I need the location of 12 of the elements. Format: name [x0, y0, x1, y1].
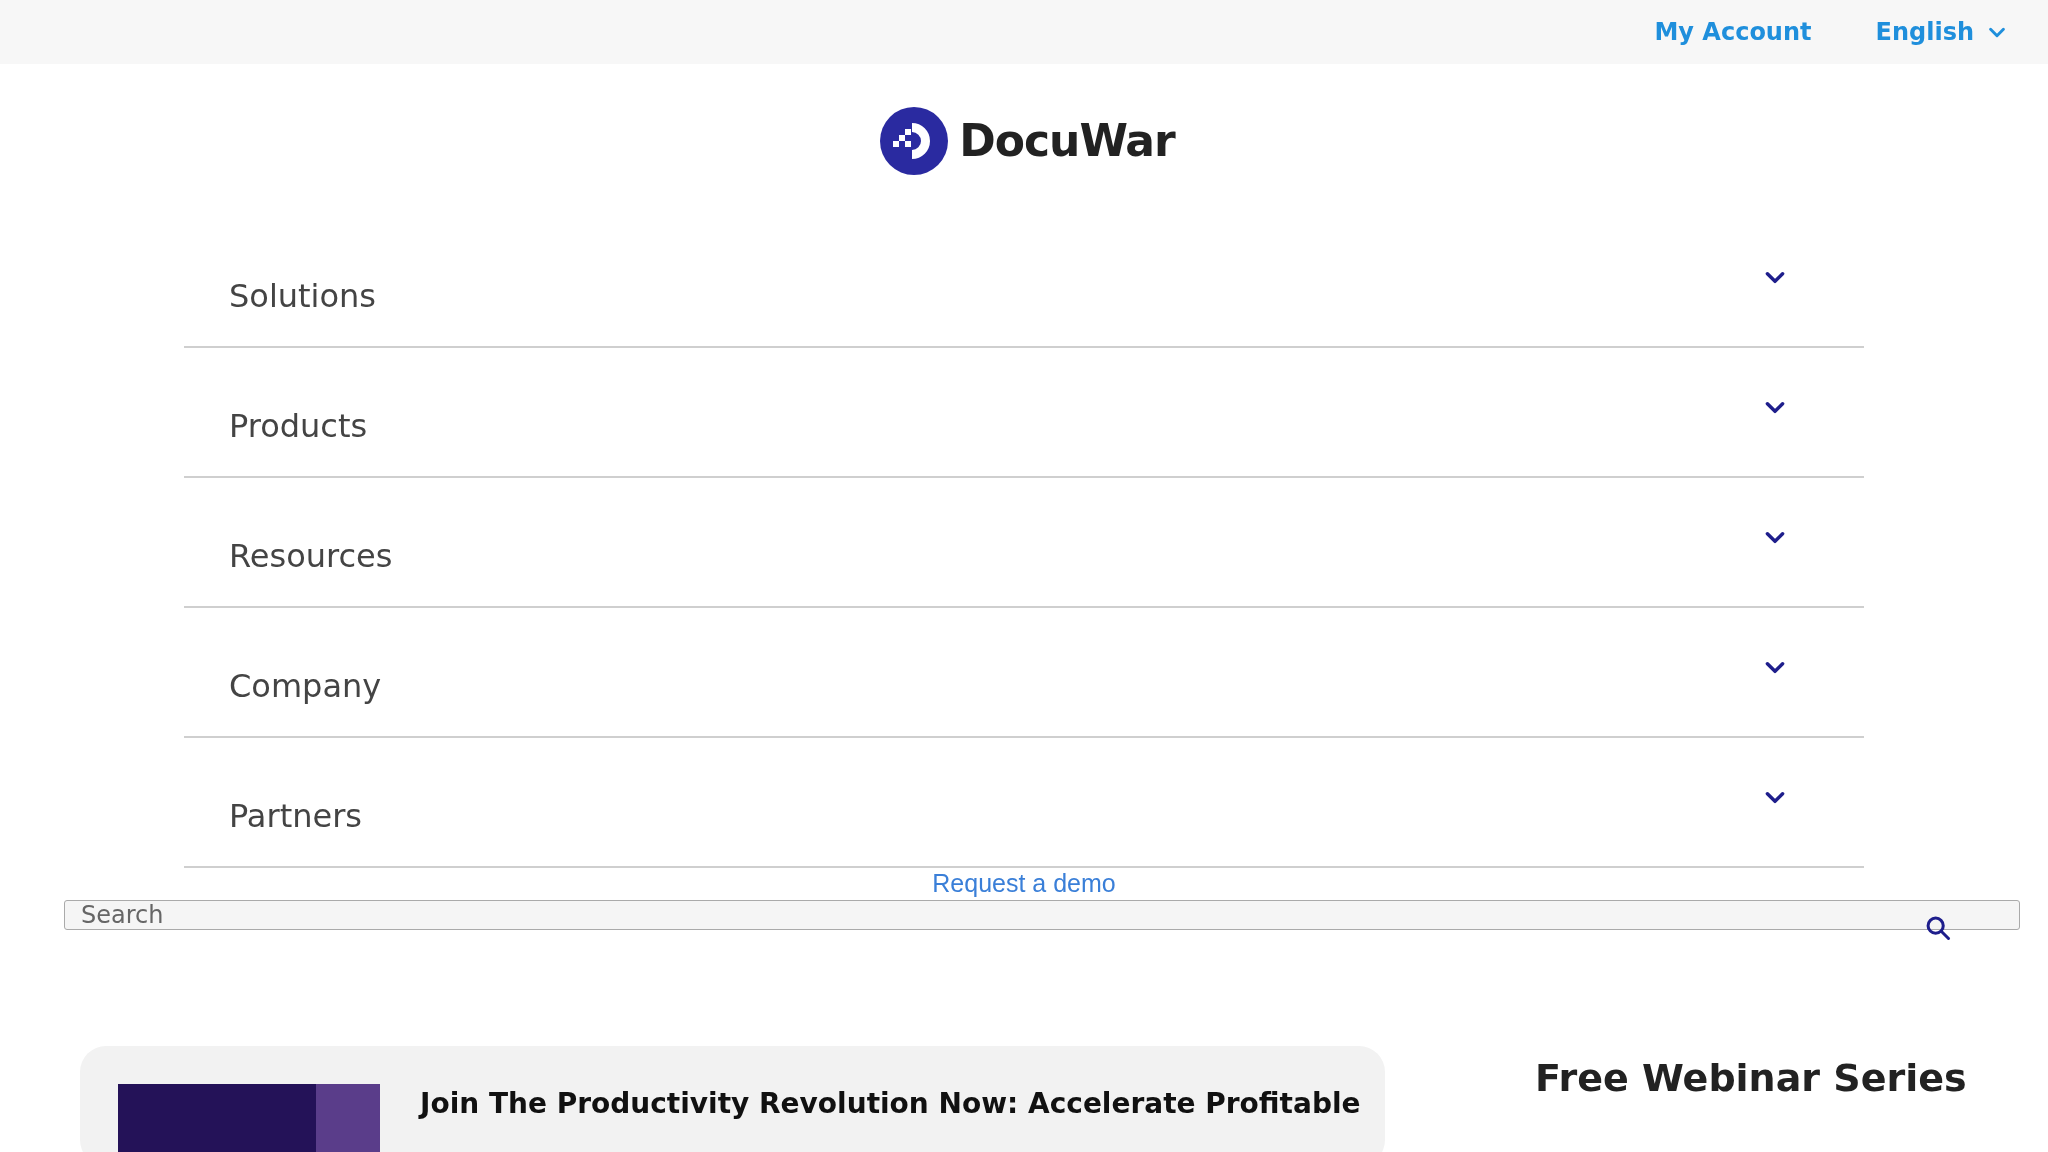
- logo-icon: [879, 106, 950, 176]
- search-icon[interactable]: [1924, 914, 1952, 942]
- card-title: Join The Productivity Revolution Now: Accelerate Profitable: [420, 1086, 1361, 1122]
- sidebar-heading: Free Webinar Series: [1535, 1055, 1967, 1102]
- nav-accordion-item[interactable]: Partners: [184, 738, 1864, 868]
- nav-accordion-item[interactable]: Solutions: [184, 218, 1864, 348]
- search-field[interactable]: Search: [64, 900, 2020, 930]
- request-demo-link[interactable]: Request a demo: [932, 868, 1116, 898]
- nav-accordion-item[interactable]: Company: [184, 608, 1864, 738]
- nav-accordion-item[interactable]: Products: [184, 348, 1864, 478]
- logo-wordmark: DocuWar: [959, 114, 1177, 168]
- nav-accordion-item[interactable]: Resources: [184, 478, 1864, 608]
